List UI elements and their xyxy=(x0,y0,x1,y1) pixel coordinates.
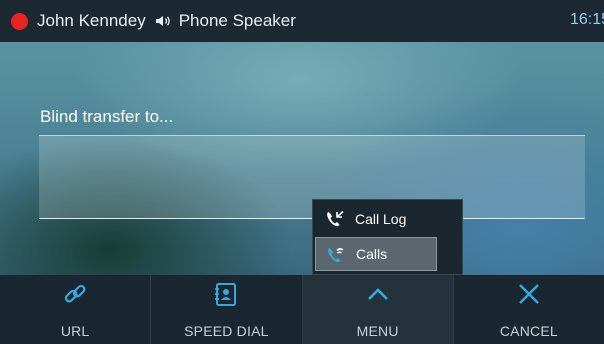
menu-item-calls[interactable]: Calls xyxy=(315,237,437,271)
menu-item-label: Calls xyxy=(356,246,388,262)
speed-dial-softkey[interactable]: SPEED DIAL xyxy=(151,275,303,344)
chevron-up-icon xyxy=(367,288,388,300)
menu-popup: Call Log Calls xyxy=(312,199,463,275)
call-log-icon xyxy=(327,210,344,227)
clock: 16:15 xyxy=(569,11,604,28)
menu-item-label: Call Log xyxy=(355,211,407,227)
menu-item-call-log[interactable]: Call Log xyxy=(315,202,437,236)
softkey-label: URL xyxy=(60,323,90,339)
call-status-dot xyxy=(11,12,28,30)
calls-icon xyxy=(328,248,344,263)
softkey-label: SPEED DIAL xyxy=(184,323,269,339)
link-icon xyxy=(64,284,86,303)
cancel-softkey[interactable]: CANCEL xyxy=(454,275,604,344)
url-softkey[interactable]: URL xyxy=(0,275,152,344)
caller-name: John Kenndey xyxy=(37,11,146,30)
contact-book-icon xyxy=(215,283,237,306)
phone-screen: John Kenndey Phone Speaker 16:15 Blind t… xyxy=(0,0,604,344)
close-icon xyxy=(519,284,539,304)
audio-mode-label: Phone Speaker xyxy=(178,11,296,30)
menu-softkey[interactable]: MENU xyxy=(302,275,454,344)
transfer-prompt: Blind transfer to... xyxy=(40,107,174,126)
softkey-label: CANCEL xyxy=(499,323,558,339)
softkey-bar: URL SPEED DIAL MENU CANCEL xyxy=(0,275,604,344)
call-status-bar: John Kenndey Phone Speaker 16:15 xyxy=(0,0,604,42)
softkey-label: MENU xyxy=(356,323,399,339)
speaker-icon xyxy=(155,16,170,26)
